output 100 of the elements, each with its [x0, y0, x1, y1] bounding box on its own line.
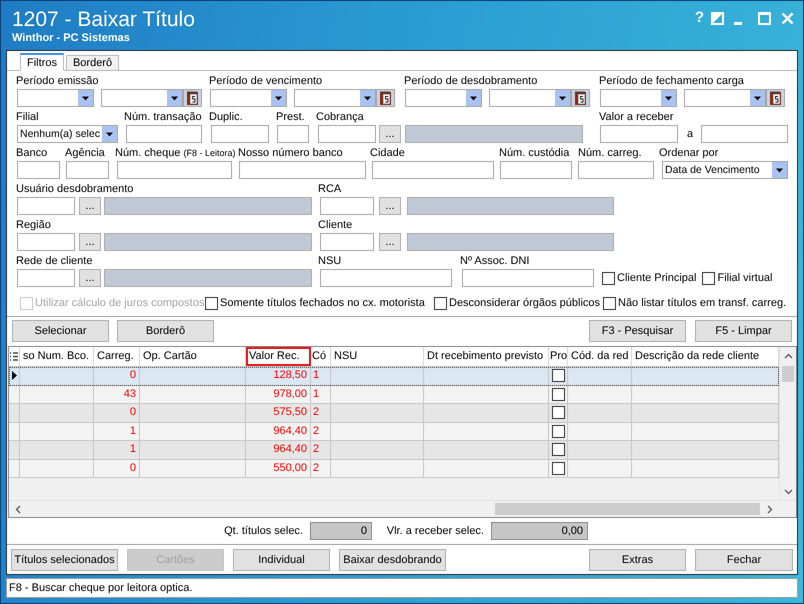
field-label: Período de fechamento carga — [599, 74, 744, 89]
text-field[interactable] — [277, 125, 309, 143]
dropdown-field[interactable] — [294, 89, 376, 107]
table-row[interactable]: 43 978,00 1 — [9, 386, 779, 404]
chevron-right-icon[interactable] — [767, 504, 773, 514]
text-field[interactable] — [126, 125, 202, 143]
dropdown-field[interactable]: Nenhum(a) selec — [17, 125, 118, 143]
action-button[interactable]: Baixar desdobrando — [339, 549, 446, 571]
checkbox[interactable] — [205, 296, 218, 310]
lookup-button[interactable]: ... — [79, 269, 101, 287]
text-field[interactable] — [239, 161, 366, 179]
checkbox[interactable] — [552, 369, 564, 382]
table-cell: 1 — [311, 386, 331, 403]
text-field[interactable] — [372, 161, 494, 179]
scrollbar-thumb[interactable] — [782, 366, 794, 382]
dropdown-field[interactable] — [210, 89, 287, 107]
dropdown-field[interactable] — [405, 89, 482, 107]
window-title: 1207 - Baixar Título — [12, 7, 195, 32]
table-row[interactable]: 0 550,00 2 — [9, 460, 779, 478]
action-button[interactable]: Títulos selecionados — [11, 549, 118, 571]
calendar-icon[interactable] — [766, 89, 785, 107]
column-header[interactable]: Có — [311, 347, 331, 366]
column-header[interactable]: so Num. Bco. — [20, 347, 94, 366]
text-field[interactable] — [578, 161, 654, 179]
checkbox[interactable] — [702, 272, 716, 284]
text-field[interactable] — [318, 125, 376, 143]
text-field[interactable] — [117, 161, 232, 179]
list-icon[interactable] — [10, 352, 18, 361]
text-field[interactable] — [500, 161, 572, 179]
dropdown-field[interactable] — [489, 89, 571, 107]
chevron-up-icon[interactable] — [784, 353, 792, 359]
text-field[interactable] — [320, 197, 374, 215]
text-field[interactable] — [600, 125, 678, 143]
text-field[interactable] — [320, 269, 452, 287]
column-header[interactable]: Dt recebimento previsto — [424, 347, 549, 366]
text-field[interactable] — [462, 269, 594, 287]
checkbox[interactable] — [552, 443, 564, 456]
lookup-button[interactable]: ... — [79, 197, 101, 215]
action-button[interactable]: Borderô — [117, 320, 214, 342]
lookup-button[interactable]: ... — [79, 233, 101, 251]
maximize-icon[interactable] — [758, 12, 771, 24]
column-header[interactable]: Pro — [549, 347, 568, 366]
status-text: F8 - Buscar cheque por leitora optica. — [9, 581, 192, 595]
scrollbar-thumb[interactable] — [495, 503, 760, 515]
tab[interactable]: Filtros — [20, 53, 64, 71]
action-button[interactable]: Individual — [233, 549, 330, 571]
column-header[interactable]: Cód. da red — [568, 347, 632, 366]
text-field[interactable] — [17, 269, 75, 287]
lookup-button[interactable]: ... — [379, 197, 401, 215]
column-header[interactable]: Valor Rec. — [246, 347, 311, 366]
minimize-icon[interactable] — [734, 22, 742, 24]
action-button[interactable]: F5 - Limpar — [695, 320, 792, 342]
dropdown-field[interactable] — [600, 89, 677, 107]
field-label: NSU — [318, 254, 342, 269]
chevron-down-icon[interactable] — [784, 489, 792, 495]
text-field[interactable] — [17, 233, 75, 251]
total-field: 0,00 — [491, 522, 588, 540]
chevron-left-icon[interactable] — [15, 504, 21, 514]
caret-icon — [466, 90, 481, 106]
table-row[interactable]: 1 964,40 2 — [9, 422, 779, 441]
action-button[interactable]: Extras — [589, 549, 686, 571]
checkbox[interactable] — [552, 424, 564, 438]
checkbox[interactable] — [552, 406, 564, 420]
vertical-scrollbar[interactable] — [779, 347, 796, 500]
checkbox[interactable] — [602, 272, 615, 284]
action-button[interactable]: F3 - Pesquisar — [589, 320, 686, 342]
tab[interactable]: Borderô — [66, 55, 120, 71]
text-field[interactable] — [17, 161, 60, 179]
dropdown-field[interactable] — [684, 89, 766, 107]
checkbox[interactable] — [434, 296, 447, 310]
text-field[interactable] — [320, 233, 374, 251]
action-button[interactable]: Fechar — [695, 549, 793, 571]
field-label: Valor a receber — [599, 110, 674, 125]
dropdown-field[interactable]: Data de Vencimento — [662, 161, 788, 179]
caret-icon — [102, 126, 117, 142]
column-header[interactable]: NSU — [331, 347, 424, 366]
checkbox[interactable] — [552, 388, 564, 401]
calendar-icon[interactable] — [376, 89, 395, 107]
field-label: RCA — [318, 182, 342, 197]
table-cell: 1 — [94, 422, 140, 440]
column-header[interactable]: Op. Cartão — [140, 347, 246, 366]
lookup-button[interactable]: ... — [379, 125, 401, 143]
lookup-button[interactable]: ... — [379, 233, 401, 251]
column-header[interactable]: Carreg. — [94, 347, 140, 366]
text-field[interactable] — [17, 197, 75, 215]
dropdown-field[interactable] — [17, 89, 94, 107]
checkbox[interactable] — [603, 296, 616, 310]
text-field[interactable] — [66, 161, 109, 179]
checkbox[interactable] — [552, 462, 564, 475]
close-icon[interactable] — [781, 12, 794, 24]
calendar-icon[interactable] — [571, 89, 590, 107]
dropdown-field[interactable] — [101, 89, 183, 107]
field-label: Prest. — [276, 110, 305, 125]
calendar-icon[interactable] — [183, 89, 202, 107]
text-field[interactable] — [211, 125, 269, 143]
contrast-icon[interactable] — [711, 12, 724, 24]
table-cell: 1 — [94, 441, 140, 458]
action-button[interactable]: Selecionar — [12, 320, 109, 342]
caret-icon — [772, 162, 787, 178]
text-field[interactable] — [701, 125, 788, 143]
